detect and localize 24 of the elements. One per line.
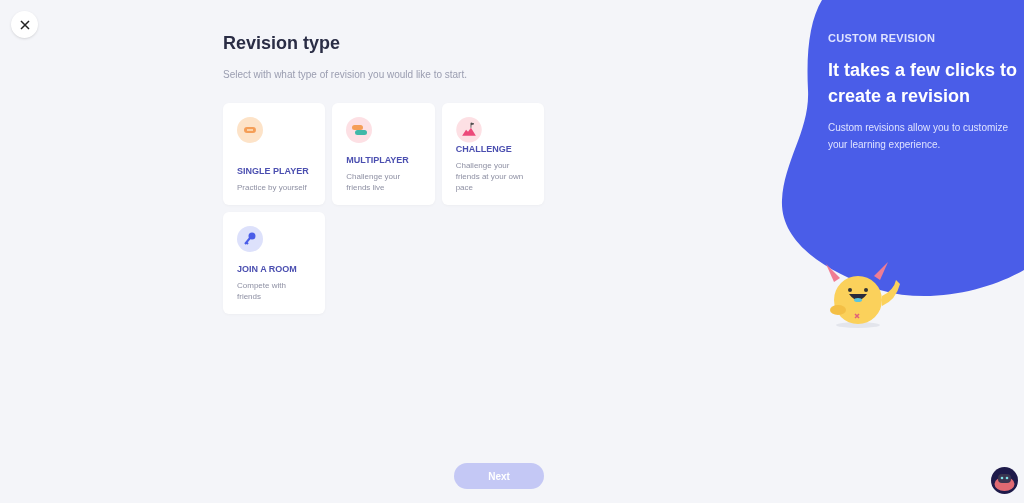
page-title: Revision type (223, 32, 342, 55)
option-description: Challenge your friends at your own pace (455, 160, 525, 193)
option-card[interactable]: CHALLENGE Challenge your friends at your own pace (441, 103, 544, 205)
visors-icon (346, 117, 373, 143)
promo-eyebrow: CUSTOM REVISION (828, 31, 937, 46)
option-title: MULTIPLAYER (346, 153, 410, 167)
option-card[interactable]: MULTIPLAYER Challenge your friends live (332, 103, 435, 205)
key-icon (237, 226, 263, 252)
option-title: SINGLE PLAYER (237, 164, 310, 178)
avatar-icon[interactable] (991, 467, 1018, 494)
option-description: Challenge your friends live (346, 171, 402, 193)
summit-flag-icon (455, 117, 482, 143)
close-icon (19, 19, 30, 30)
option-description: Practice by yourself (237, 182, 308, 193)
close-button[interactable] (11, 11, 38, 38)
option-description: Compete with friends (237, 280, 287, 302)
promo-body: Custom revisions allow you to customize your learning experience. (828, 120, 1010, 152)
visor-icon (237, 117, 263, 143)
option-card[interactable]: SINGLE PLAYER Practice by yourself (223, 103, 326, 205)
option-title: CHALLENGE (455, 142, 513, 156)
promo-title: It takes a few clicks to create a revision (828, 58, 1018, 108)
option-title: JOIN A ROOM (237, 262, 298, 276)
page-subtitle: Select with what type of revision you would like to start. (223, 68, 468, 82)
option-card[interactable]: JOIN A ROOM Compete with friends (223, 212, 326, 314)
